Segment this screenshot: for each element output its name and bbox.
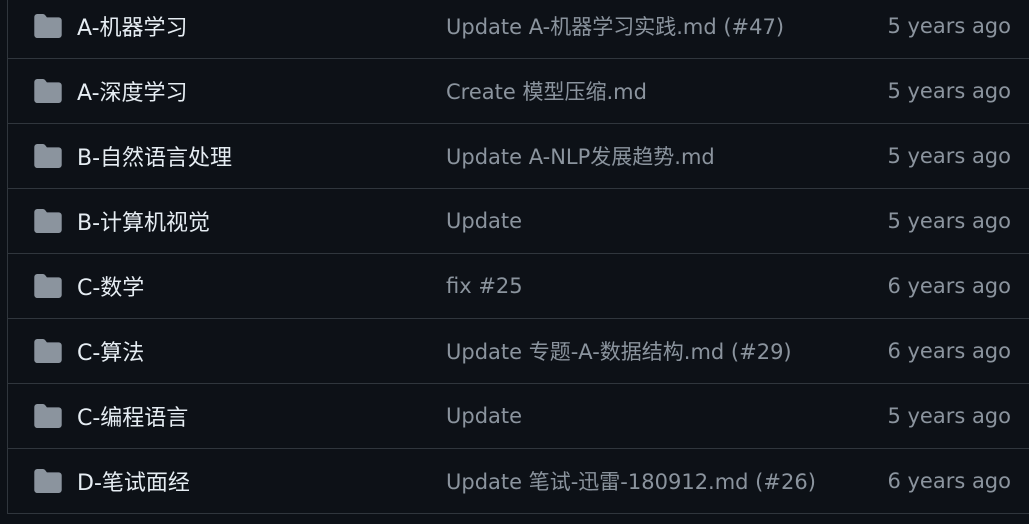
folder-name-link[interactable]: B-计算机视觉 [77,205,210,237]
commit-message-link[interactable]: Create 模型压缩.md [446,76,647,106]
folder-icon [34,274,62,298]
file-row[interactable]: B-计算机视觉 Update 5 years ago [8,189,1029,254]
commit-age: 6 years ago [887,339,1011,363]
commit-age: 5 years ago [887,209,1011,233]
folder-name-link[interactable]: A-机器学习 [77,10,188,42]
file-row[interactable]: B-自然语言处理 Update A-NLP发展趋势.md 5 years ago [8,124,1029,189]
commit-message-link[interactable]: Update [446,404,522,428]
commit-age: 6 years ago [887,469,1011,493]
commit-message-link[interactable]: Update 笔试-迅雷-180912.md (#26) [446,466,816,496]
folder-icon [34,339,62,363]
commit-age: 5 years ago [887,144,1011,168]
file-row[interactable]: C-数学 fix #25 6 years ago [8,254,1029,319]
commit-age: 6 years ago [887,274,1011,298]
file-row[interactable]: A-深度学习 Create 模型压缩.md 5 years ago [8,59,1029,124]
folder-name-link[interactable]: D-笔试面经 [77,465,190,497]
file-list: A-机器学习 Update A-机器学习实践.md (#47) 5 years … [7,0,1029,514]
folder-name-link[interactable]: C-数学 [77,270,144,302]
folder-name-link[interactable]: C-编程语言 [77,400,188,432]
folder-icon [34,209,62,233]
folder-icon [34,14,62,38]
commit-message-link[interactable]: fix #25 [446,274,523,298]
folder-name-link[interactable]: B-自然语言处理 [77,140,232,172]
file-row[interactable]: D-笔试面经 Update 笔试-迅雷-180912.md (#26) 6 ye… [8,449,1029,514]
commit-message-link[interactable]: Update A-NLP发展趋势.md [446,141,715,171]
folder-icon [34,469,62,493]
commit-message-link[interactable]: Update 专题-A-数据结构.md (#29) [446,336,792,366]
commit-age: 5 years ago [887,404,1011,428]
commit-age: 5 years ago [887,14,1011,38]
folder-name-link[interactable]: C-算法 [77,335,144,367]
folder-icon [34,79,62,103]
commit-message-link[interactable]: Update A-机器学习实践.md (#47) [446,11,784,41]
folder-icon [34,144,62,168]
file-row[interactable]: C-编程语言 Update 5 years ago [8,384,1029,449]
file-row[interactable]: A-机器学习 Update A-机器学习实践.md (#47) 5 years … [8,0,1029,59]
file-row[interactable]: C-算法 Update 专题-A-数据结构.md (#29) 6 years a… [8,319,1029,384]
folder-name-link[interactable]: A-深度学习 [77,75,188,107]
folder-icon [34,404,62,428]
commit-age: 5 years ago [887,79,1011,103]
commit-message-link[interactable]: Update [446,209,522,233]
